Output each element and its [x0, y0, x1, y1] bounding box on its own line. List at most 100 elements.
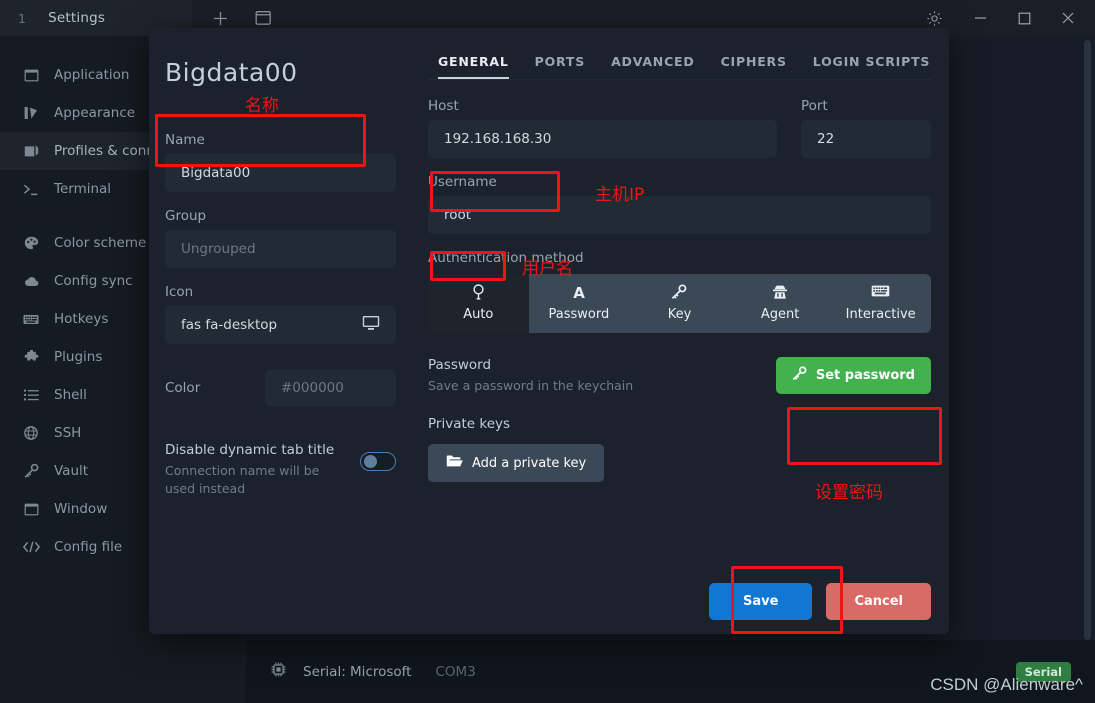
lightbulb-icon [428, 284, 529, 301]
password-row: Password Save a password in the keychain… [428, 357, 931, 394]
font-a-icon: A [529, 284, 630, 302]
gear-icon[interactable] [926, 10, 943, 27]
toggle-knob [364, 455, 377, 468]
terminal-scrollbar[interactable] [1084, 40, 1091, 640]
sidebar-item-label: Color scheme [54, 235, 147, 251]
dialog-left-pane: Bigdata00 名称 Name Bigdata00 Group Ungrou… [149, 28, 414, 568]
sidebar-item-label: Vault [54, 463, 89, 479]
dialog-title: Bigdata00 [165, 58, 298, 87]
tab-ciphers[interactable]: CIPHERS [721, 54, 787, 79]
set-password-label: Set password [815, 368, 915, 383]
icon-input[interactable]: fas fa-desktop [165, 306, 396, 344]
password-title: Password [428, 357, 492, 373]
tab-general[interactable]: GENERAL [438, 54, 509, 79]
cloud-icon [22, 276, 40, 287]
host-input[interactable]: 192.168.168.30 [428, 120, 777, 158]
add-private-key-button[interactable]: Add a private key [428, 444, 605, 482]
password-subtitle: Save a password in the keychain [428, 378, 634, 393]
annotation-set-password: 设置密码 [815, 483, 883, 503]
sidebar-item-label: Config sync [54, 273, 133, 289]
dynamic-tab-title-text: Disable dynamic tab title Connection nam… [165, 442, 360, 498]
port-input[interactable]: 22 [801, 120, 931, 158]
group-field-group: Group Ungrouped [165, 208, 396, 268]
sidebar-item-label: Application [54, 67, 130, 83]
private-keys-title: Private keys [428, 416, 511, 432]
tab-ports[interactable]: PORTS [535, 54, 585, 79]
auth-method-label: Interactive [845, 307, 916, 322]
auth-method-key[interactable]: Key [629, 274, 730, 333]
cancel-button[interactable]: Cancel [826, 582, 931, 620]
color-label: Color [165, 380, 201, 396]
chip-icon [270, 661, 287, 682]
name-field-group: Name Bigdata00 [165, 132, 396, 192]
paint-icon [22, 106, 40, 120]
color-input[interactable]: #000000 [265, 370, 396, 406]
sidebar-item-label: Appearance [54, 105, 136, 121]
tab-label: Settings [48, 10, 106, 26]
auth-method-auto[interactable]: Auto [428, 274, 529, 333]
terminal-icon [22, 183, 40, 196]
auth-method-interactive[interactable]: Interactive [830, 274, 931, 333]
name-label: Name [165, 132, 205, 148]
auth-method-group: Authentication method Auto A Password Ke… [428, 250, 931, 333]
username-input[interactable]: root [428, 196, 931, 234]
tab-index: 1 [18, 10, 27, 26]
icon-label: Icon [165, 284, 194, 300]
host-port-row: Host 192.168.168.30 Port 22 [428, 98, 931, 158]
group-input[interactable]: Ungrouped [165, 230, 396, 268]
port-field-group: Port 22 [801, 98, 931, 158]
globe-icon [22, 426, 40, 440]
key-icon [22, 464, 40, 478]
puzzle-icon [22, 350, 40, 364]
desktop-icon [362, 315, 380, 335]
serial-status: Serial: Microsoft COM3 [270, 661, 476, 682]
dynamic-tab-title-row: Disable dynamic tab title Connection nam… [165, 442, 396, 498]
save-button[interactable]: Save [709, 582, 813, 620]
color-field-group: Color #000000 [165, 370, 396, 406]
sidebar-item-label: Window [54, 501, 108, 517]
auth-method-agent[interactable]: Agent [729, 274, 831, 333]
window-icon[interactable] [255, 10, 272, 26]
window-icon [22, 503, 40, 516]
sidebar-item-label: Terminal [54, 181, 112, 197]
add-private-key-label: Add a private key [472, 455, 587, 471]
annotation-host: 主机IP [595, 185, 645, 205]
dynamic-tab-title-label: Disable dynamic tab title [165, 442, 335, 458]
list-icon [22, 389, 40, 401]
auth-method-password[interactable]: A Password [528, 274, 630, 333]
tab-login-scripts[interactable]: LOGIN SCRIPTS [813, 54, 930, 79]
serial-port: COM3 [435, 663, 476, 680]
sidebar-item-label: Shell [54, 387, 87, 403]
sidebar-item-label: Config file [54, 539, 123, 555]
sidebar-item-label: SSH [54, 425, 82, 441]
key-icon [792, 366, 807, 385]
profile-edit-dialog: Bigdata00 名称 Name Bigdata00 Group Ungrou… [149, 28, 949, 634]
dynamic-tab-title-toggle[interactable] [360, 452, 396, 471]
title-annotation: 名称 [245, 96, 279, 116]
palette-icon [22, 236, 40, 250]
annotation-username: 用户名 [522, 259, 573, 279]
port-label: Port [801, 98, 828, 114]
keyboard-icon [830, 284, 931, 301]
auth-method-buttons: Auto A Password Key Agent Interactive [428, 274, 931, 333]
folder-open-icon [446, 454, 463, 472]
minimize-icon[interactable] [973, 12, 988, 24]
watermark: CSDN @Alienware^ [930, 675, 1083, 694]
close-icon[interactable] [1061, 11, 1075, 25]
icon-field-group: Icon fas fa-desktop [165, 284, 396, 344]
maximize-icon[interactable] [1018, 12, 1031, 25]
username-field-group: Username root [428, 174, 931, 234]
dynamic-tab-title-sub: Connection name will be used instead [165, 463, 320, 496]
name-input[interactable]: Bigdata00 [165, 154, 396, 192]
keyboard-icon [22, 314, 40, 325]
plus-icon[interactable] [212, 10, 229, 27]
auth-method-label: Key [667, 307, 692, 322]
tab-advanced[interactable]: ADVANCED [611, 54, 695, 79]
tabs-divider [428, 79, 931, 80]
dialog-footer: Save Cancel [149, 568, 949, 634]
group-label: Group [165, 208, 207, 224]
set-password-button[interactable]: Set password [775, 357, 931, 394]
username-label: Username [428, 174, 497, 190]
sidebar-item-label: Hotkeys [54, 311, 109, 327]
auth-method-label: Agent [760, 307, 800, 322]
